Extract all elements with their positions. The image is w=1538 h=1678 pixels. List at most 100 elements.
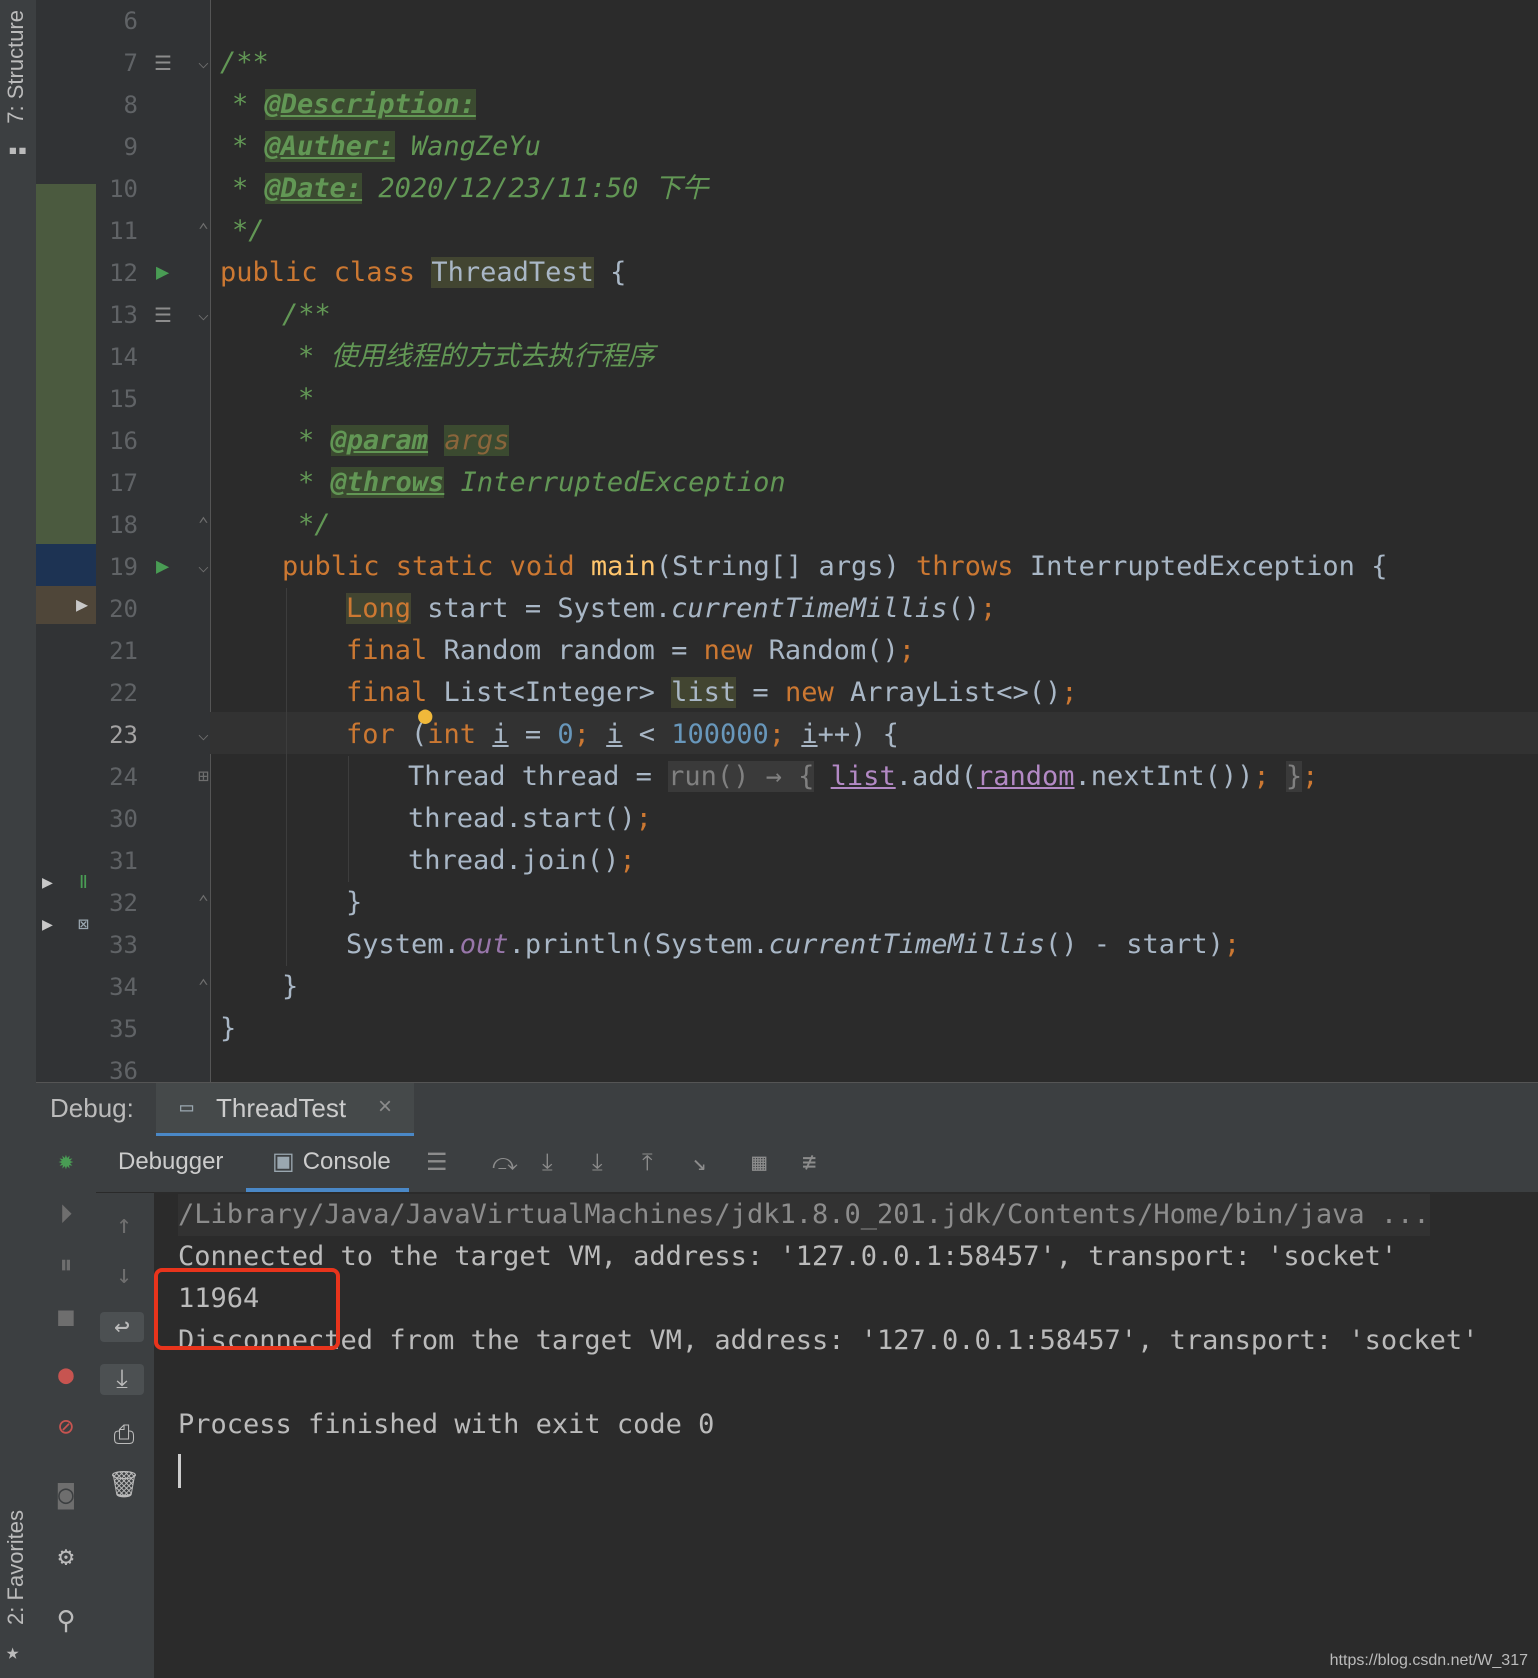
scroll-to-end-icon[interactable]: ⤓	[100, 1364, 144, 1395]
structure-icon: ▪▪	[8, 140, 28, 159]
line-number: 8	[123, 91, 138, 119]
fold-icon[interactable]: ⌃	[198, 882, 209, 924]
line-number: 17	[109, 469, 138, 497]
line-number: 21	[109, 637, 138, 665]
star-icon: ★	[6, 1640, 20, 1665]
up-arrow-icon[interactable]: ↑	[94, 1210, 154, 1240]
layout-icon[interactable]: ☰	[426, 1148, 448, 1176]
view-breakpoints-icon[interactable]: ●	[36, 1360, 96, 1390]
console-output[interactable]: /Library/Java/JavaVirtualMachines/jdk1.8…	[154, 1192, 1538, 1678]
gear-icon[interactable]: ⚙	[36, 1542, 96, 1572]
fold-icon[interactable]: ⌵	[198, 714, 209, 756]
line-number: 6	[123, 7, 138, 35]
debug-session-tab[interactable]: ▭ ThreadTest ×	[156, 1083, 414, 1137]
window-icon: ▭	[180, 1095, 194, 1120]
stop-icon[interactable]: ■	[36, 1302, 96, 1332]
code-line: }	[346, 887, 363, 918]
console-line: Disconnected from the target VM, address…	[178, 1325, 1479, 1356]
run-to-cursor-icon[interactable]: ↘	[692, 1148, 706, 1176]
line-number: 15	[109, 385, 138, 413]
step-over-icon[interactable]: ⤼	[492, 1148, 518, 1176]
debug-actions-toolbar: ✹ ⏵ ⏸ ■ ● ⊘ ◙ ⚙ ⚲	[36, 1136, 97, 1678]
line-number: 34	[109, 973, 138, 1001]
code-line: * @throws InterruptedException	[298, 467, 786, 498]
watermark: https://blog.csdn.net/W_317	[1329, 1652, 1528, 1669]
line-number: 35	[109, 1015, 138, 1043]
fold-icon[interactable]: ⌃	[198, 210, 209, 252]
soft-wrap-icon[interactable]: ↩	[100, 1312, 144, 1342]
expand-fold-icon[interactable]: ⊞	[198, 756, 209, 798]
play-icon[interactable]: ▶	[42, 862, 53, 904]
resume-icon[interactable]: ⏵	[36, 1200, 96, 1231]
code-line: Long start = System.currentTimeMillis();	[346, 593, 997, 624]
run-main-icon[interactable]: ▶	[156, 546, 169, 588]
line-number: 32	[109, 889, 138, 917]
code-line: * @param args	[298, 425, 510, 456]
line-number: 7	[123, 49, 138, 77]
execution-line-marker	[36, 544, 96, 586]
pin-icon[interactable]: ⚲	[36, 1606, 96, 1636]
line-number: 13	[109, 301, 138, 329]
line-number: 14	[109, 343, 138, 371]
line-number: 11	[109, 217, 138, 245]
code-line: * @Auther: WangZeYu	[232, 131, 541, 162]
line-number: 20	[109, 595, 138, 623]
text-caret	[178, 1454, 181, 1488]
fold-icon[interactable]: ⌵	[198, 42, 209, 84]
code-line: *	[298, 383, 315, 414]
console-line: Connected to the target VM, address: '12…	[178, 1241, 1398, 1272]
debug-session-title: ThreadTest	[216, 1093, 347, 1123]
code-editor[interactable]: /** * @Description: * @Auther: WangZeYu …	[220, 0, 1538, 1082]
force-step-into-icon[interactable]: ⤓	[592, 1148, 603, 1176]
tab-debugger[interactable]: Debugger	[118, 1136, 223, 1188]
code-line: }	[220, 1013, 237, 1044]
tab-console-label: Console	[302, 1148, 391, 1175]
step-out-icon[interactable]: ⤒	[642, 1148, 653, 1176]
down-arrow-icon[interactable]: ↓	[94, 1260, 154, 1290]
pause-icon[interactable]: ⏸	[36, 1250, 96, 1281]
line-number: 12	[109, 259, 138, 287]
tab-console[interactable]: ▣ Console	[246, 1136, 409, 1192]
run-class-icon[interactable]: ▶	[156, 252, 169, 294]
code-line: thread.join();	[408, 845, 636, 876]
structure-tool-button[interactable]: 7: Structure	[3, 10, 29, 124]
doc-comment-icon[interactable]: ☰	[154, 294, 172, 336]
code-line: thread.start();	[408, 803, 652, 834]
vcs-change-marker	[36, 184, 96, 544]
code-line: public class ThreadTest {	[220, 257, 627, 288]
line-number: 18	[109, 511, 138, 539]
execution-arrow-icon: ▶	[76, 592, 89, 616]
step-into-icon[interactable]: ⤓	[542, 1148, 553, 1176]
line-number: 19	[109, 553, 138, 581]
code-line: * @Date: 2020/12/23/11:50 下午	[232, 173, 709, 204]
doc-comment-icon[interactable]: ☰	[154, 42, 172, 84]
fold-icon[interactable]: ⌃	[198, 504, 209, 546]
fold-icon[interactable]: ⌵	[198, 294, 209, 336]
indent-guide	[286, 588, 287, 966]
code-line: }	[282, 971, 299, 1002]
console-icon: ▣	[272, 1148, 295, 1175]
lightbulb-icon[interactable]: ●	[418, 694, 432, 736]
print-icon[interactable]: ⎙	[94, 1420, 154, 1451]
mute-breakpoints-icon[interactable]: ⊘	[36, 1412, 96, 1442]
threads-icon[interactable]: ǁ	[78, 862, 89, 904]
evaluate-expression-icon[interactable]: ▦	[752, 1148, 766, 1176]
code-line: final List<Integer> list = new ArrayList…	[346, 677, 1078, 708]
indent-guide	[348, 756, 349, 882]
console-line: /Library/Java/JavaVirtualMachines/jdk1.8…	[178, 1194, 1430, 1236]
favorites-tool-button[interactable]: 2: Favorites	[3, 1510, 29, 1625]
close-icon[interactable]: ×	[378, 1093, 392, 1121]
code-line: System.out.println(System.currentTimeMil…	[346, 929, 1241, 960]
code-line: * @Description:	[232, 89, 476, 120]
console-mini-icon[interactable]: ⊠	[78, 904, 89, 946]
play-icon[interactable]: ▶	[42, 904, 53, 946]
bug-icon[interactable]: ✹	[36, 1146, 96, 1176]
fold-icon[interactable]: ⌃	[198, 966, 209, 1008]
trash-icon[interactable]: 🗑	[94, 1470, 154, 1500]
line-number: 30	[109, 805, 138, 833]
fold-icon[interactable]: ⌵	[198, 546, 209, 588]
left-tool-strip: 7: Structure ▪▪ 2: Favorites ★	[0, 0, 37, 1678]
code-line: /**	[220, 47, 269, 78]
trace-icon[interactable]: ≢	[802, 1148, 816, 1176]
camera-icon[interactable]: ◙	[36, 1480, 96, 1510]
